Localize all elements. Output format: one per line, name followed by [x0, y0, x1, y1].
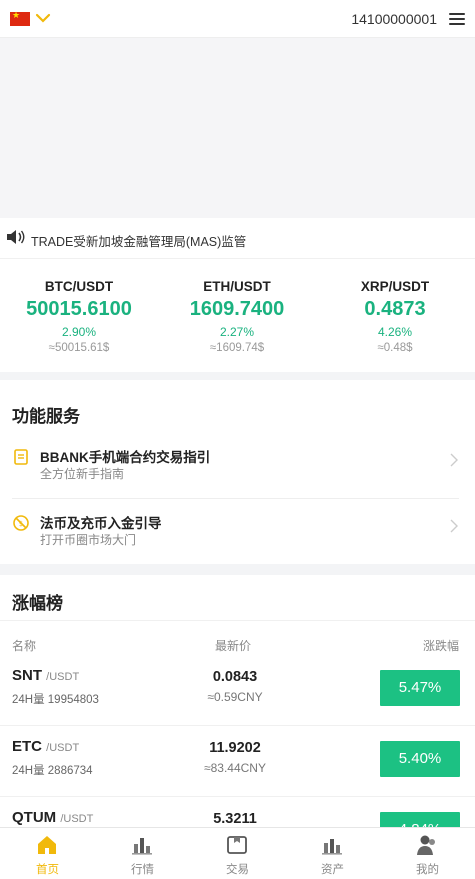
- user-icon: [417, 835, 435, 855]
- hamburger-menu-icon[interactable]: [449, 13, 465, 26]
- ticker-card[interactable]: XRP/USDT 0.4873 4.26% ≈0.48$: [316, 259, 474, 373]
- service-subtitle: 全方位新手指南: [40, 467, 125, 481]
- tab-home[interactable]: 首页: [0, 828, 95, 879]
- china-flag-icon[interactable]: ★: [10, 11, 30, 26]
- gainers-title: 涨幅榜: [12, 594, 63, 613]
- coin-volume: 24H量 19954803: [12, 694, 99, 706]
- ticker-card[interactable]: BTC/USDT 50015.6100 2.90% ≈50015.61$: [0, 259, 158, 373]
- table-row[interactable]: SNT /USDT 24H量 19954803 0.0843 ≈0.59CNY …: [0, 655, 475, 726]
- coin-symbol: ETC /USDT: [12, 738, 80, 755]
- ticker-pair: BTC/USDT: [44, 279, 114, 294]
- tab-label: 首页: [36, 864, 59, 876]
- last-price: 11.9202: [209, 740, 261, 756]
- market-chart-icon: [132, 838, 152, 855]
- ticker-approx: ≈0.48$: [377, 342, 413, 354]
- cny-price: ≈0.59CNY: [207, 690, 263, 704]
- home-icon: [38, 836, 56, 854]
- tab-label: 我的: [416, 864, 439, 876]
- ticker-pair: XRP/USDT: [360, 279, 430, 294]
- chevron-right-icon: [450, 453, 458, 467]
- notice-text: TRADE受新加坡金融管理局(MAS)监管: [31, 235, 247, 249]
- ticker-price: 50015.6100: [26, 298, 132, 320]
- speaker-icon: [7, 230, 25, 244]
- service-title: 法币及充币入金引导: [40, 516, 162, 531]
- ticker-price: 1609.7400: [189, 298, 285, 320]
- document-icon: [14, 449, 28, 465]
- tab-trade[interactable]: 交易: [190, 828, 285, 879]
- last-price: 5.3211: [213, 811, 257, 827]
- ticker-approx: ≈1609.74$: [209, 342, 265, 354]
- tab-assets[interactable]: 资产: [285, 828, 380, 879]
- ticker-pair: ETH/USDT: [203, 279, 271, 294]
- account-phone[interactable]: 14100000001: [351, 11, 437, 27]
- table-row[interactable]: ETC /USDT 24H量 2886734 11.9202 ≈83.44CNY…: [0, 726, 475, 797]
- notice-bar[interactable]: TRADE受新加坡金融管理局(MAS)监管: [0, 218, 475, 258]
- cny-price: ≈83.44CNY: [204, 761, 266, 775]
- tab-market[interactable]: 行情: [95, 828, 190, 879]
- bottom-tab-bar: 首页 行情 交易 资产 我的: [0, 827, 475, 879]
- tab-label: 行情: [131, 864, 154, 876]
- ticker-strip: BTC/USDT 50015.6100 2.90% ≈50015.61$ ETH…: [0, 258, 475, 372]
- currency-exchange-icon: $: [13, 515, 29, 531]
- trade-icon: [227, 836, 247, 854]
- coin-symbol: QTUM /USDT: [12, 809, 94, 826]
- ticker-change: 2.27%: [219, 325, 255, 339]
- service-item-deposit-guide[interactable]: $ 法币及充币入金引导 打开币圈市场大门: [0, 502, 475, 564]
- service-title: BBANK手机端合约交易指引: [40, 450, 211, 465]
- tab-label: 交易: [226, 864, 249, 876]
- ticker-card[interactable]: ETH/USDT 1609.7400 2.27% ≈1609.74$: [158, 259, 316, 373]
- last-price: 0.0843: [212, 669, 258, 685]
- change-badge[interactable]: 5.40%: [380, 741, 460, 777]
- divider: [12, 498, 459, 499]
- ticker-change: 2.90%: [61, 325, 97, 339]
- chevron-right-icon: [450, 519, 458, 533]
- tab-mine[interactable]: 我的: [380, 828, 475, 879]
- services-title: 功能服务: [12, 407, 80, 426]
- divider: [0, 620, 475, 621]
- column-header-name: 名称: [12, 639, 37, 653]
- column-header-last: 最新价: [215, 639, 252, 653]
- coin-symbol: SNT /USDT: [12, 667, 80, 684]
- coin-volume: 24H量 2886734: [12, 765, 93, 777]
- tab-label: 资产: [321, 864, 344, 876]
- top-header: ★ 14100000001: [0, 0, 475, 38]
- services-section: 功能服务 BBANK手机端合约交易指引 全方位新手指南 $ 法币及充币入金引导 …: [0, 380, 475, 564]
- change-badge[interactable]: 5.47%: [380, 670, 460, 706]
- column-header-change: 涨跌幅: [422, 639, 459, 653]
- service-subtitle: 打开币圈市场大门: [40, 533, 137, 547]
- ticker-change: 4.26%: [377, 325, 413, 339]
- assets-icon: [322, 839, 342, 855]
- ticker-price: 0.4873: [364, 298, 426, 320]
- banner-area[interactable]: [0, 38, 475, 218]
- chevron-down-icon[interactable]: [34, 12, 52, 24]
- ticker-approx: ≈50015.61$: [48, 342, 110, 354]
- svg-text:$: $: [19, 520, 23, 528]
- service-item-contract-guide[interactable]: BBANK手机端合约交易指引 全方位新手指南: [0, 436, 475, 498]
